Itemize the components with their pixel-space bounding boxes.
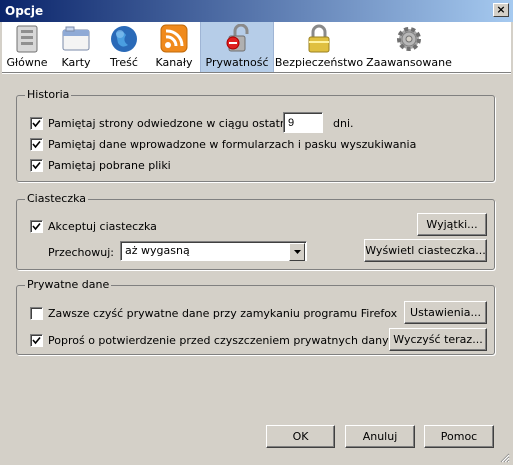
resize-grip-icon[interactable] [498, 451, 510, 463]
keep-until-select[interactable]: aż wygasną [120, 241, 307, 261]
keep-until-value: aż wygasną [125, 244, 190, 257]
show-cookies-label: Wyświetl ciasteczka... [365, 244, 486, 257]
remember-downloads-label: Pamiętaj pobrane pliki [48, 159, 171, 172]
tab-label: Treść [110, 56, 138, 69]
private-data-settings-button[interactable]: Ustawienia... [404, 301, 487, 324]
cookies-group: Ciasteczka Akceptuj ciasteczka Wyjątki..… [16, 192, 495, 270]
remember-pages-label: Pamiętaj strony odwiedzone w ciągu ostat… [48, 117, 303, 130]
cookies-legend: Ciasteczka [25, 192, 89, 205]
tab-kanaly[interactable]: Kanały [148, 22, 200, 72]
keep-until-label: Przechowuj: [48, 246, 114, 259]
remember-forms-label: Pamiętaj dane wprowadzone w formularzach… [48, 138, 417, 151]
tab-label: Kanały [155, 56, 193, 69]
private-data-legend: Prywatne dane [25, 278, 112, 291]
padlock-icon [308, 24, 330, 53]
ok-button[interactable]: OK [266, 425, 335, 448]
pane-toolbar: Główne Karty Treść Kanały Prywatność Bez… [2, 22, 511, 73]
tabs-window-icon [62, 26, 90, 51]
close-button[interactable]: × [493, 3, 509, 17]
cookie-exceptions-label: Wyjątki... [426, 218, 478, 231]
accept-cookies-label: Akceptuj ciasteczka [48, 220, 157, 233]
remember-forms-checkbox[interactable] [30, 138, 43, 151]
chevron-down-icon [293, 250, 301, 254]
days-unit-label: dni. [333, 117, 354, 130]
help-label: Pomoc [440, 430, 478, 443]
ask-confirm-label: Poproś o potwierdzenie przed czyszczenie… [48, 334, 402, 347]
tab-label: Zaawansowane [366, 56, 452, 69]
tab-label: Główne [6, 56, 48, 69]
settings-button-label: Ustawienia... [410, 306, 481, 319]
tab-bezpieczenstwo[interactable]: Bezpieczeństwo [274, 22, 364, 72]
remember-pages-checkbox[interactable] [30, 117, 43, 130]
title-bar: Opcje × [0, 0, 513, 22]
tab-label: Bezpieczeństwo [274, 56, 364, 69]
tab-glowne[interactable]: Główne [2, 22, 52, 72]
tab-prywatnosc[interactable]: Prywatność [200, 22, 274, 72]
tab-karty[interactable]: Karty [52, 22, 100, 72]
ok-label: OK [292, 430, 309, 443]
always-clear-label: Zawsze czyść prywatne dane przy zamykani… [48, 307, 398, 320]
private-data-group: Prywatne dane Zawsze czyść prywatne dane… [16, 278, 495, 355]
pane-content: Historia Pamiętaj strony odwiedzone w ci… [2, 73, 511, 464]
history-legend: Historia [25, 88, 72, 101]
globe-icon [111, 26, 137, 52]
clear-now-button[interactable]: Wyczyść teraz... [389, 328, 487, 351]
show-cookies-button[interactable]: Wyświetl ciasteczka... [364, 239, 487, 262]
ask-confirm-checkbox[interactable] [30, 334, 43, 347]
clear-now-label: Wyczyść teraz... [393, 333, 483, 346]
accept-cookies-checkbox[interactable] [30, 220, 43, 233]
cancel-button[interactable]: Anuluj [345, 425, 415, 448]
close-icon: × [496, 3, 506, 16]
history-group: Historia Pamiętaj strony odwiedzone w ci… [16, 88, 495, 182]
cookie-exceptions-button[interactable]: Wyjątki... [417, 213, 487, 236]
always-clear-checkbox[interactable] [30, 307, 43, 320]
tab-label: Karty [61, 56, 91, 69]
gear-icon [397, 27, 421, 51]
tab-zaawansowane[interactable]: Zaawansowane [364, 22, 454, 72]
switch-panel-icon [16, 25, 38, 53]
privacy-lock-icon [226, 24, 249, 52]
history-days-input[interactable] [283, 112, 323, 133]
cancel-label: Anuluj [362, 430, 398, 443]
window-title: Opcje [5, 4, 44, 18]
remember-downloads-checkbox[interactable] [30, 159, 43, 172]
tab-tresc[interactable]: Treść [100, 22, 148, 72]
rss-feed-icon [160, 24, 188, 53]
tab-label: Prywatność [205, 56, 269, 69]
dropdown-arrow[interactable] [289, 243, 305, 261]
help-button[interactable]: Pomoc [424, 425, 494, 448]
